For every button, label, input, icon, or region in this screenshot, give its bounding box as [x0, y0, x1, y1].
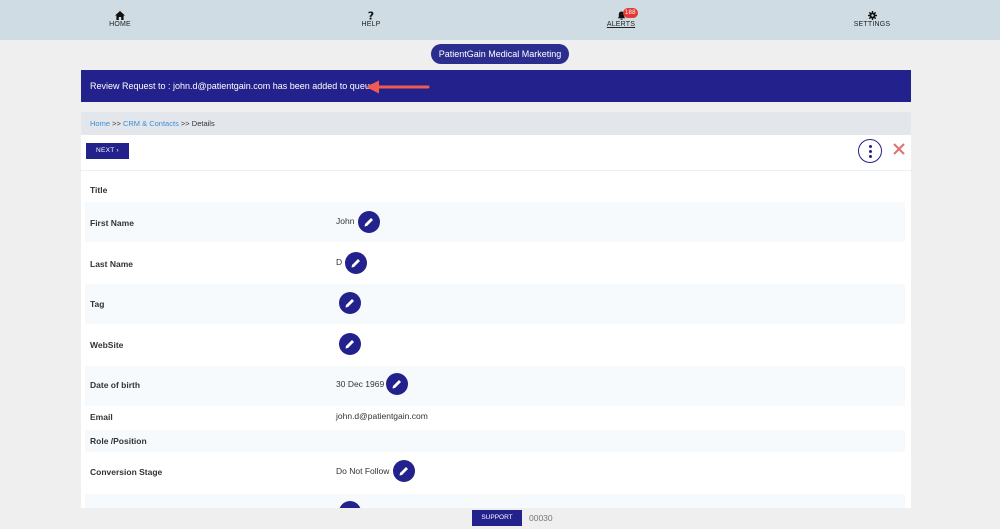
- svg-text:?: ?: [368, 11, 375, 20]
- breadcrumb-crm-link[interactable]: CRM & Contacts: [123, 119, 179, 128]
- question-icon: ?: [368, 11, 375, 20]
- field-value: John: [336, 216, 355, 226]
- pencil-icon: [399, 467, 408, 476]
- notification-banner: Review Request to : john.d@patientgain.c…: [81, 70, 911, 102]
- edit-website-button[interactable]: [339, 333, 361, 355]
- edit-date-of-birth-button[interactable]: [386, 373, 408, 395]
- edit-conversion-stage-button[interactable]: [393, 460, 415, 482]
- edit-last-name-button[interactable]: [345, 252, 367, 274]
- field-row-date-of-birth: Date of birth 30 Dec 1969: [85, 366, 905, 406]
- pencil-icon: [392, 380, 401, 389]
- nav-alerts-label: ALERTS: [606, 21, 636, 28]
- field-value: john.d@patientgain.com: [336, 411, 428, 421]
- brand-button[interactable]: PatientGain Medical Marketing: [431, 44, 569, 64]
- next-button[interactable]: NEXT ›: [86, 143, 129, 159]
- more-dot: [869, 145, 872, 148]
- breadcrumb-separator: >>: [112, 119, 121, 128]
- field-label: Conversion Stage: [90, 467, 163, 477]
- nav-settings[interactable]: SETTINGS: [832, 11, 912, 28]
- home-icon: [115, 11, 125, 20]
- nav-help-label: HELP: [361, 21, 381, 28]
- more-options-button[interactable]: [858, 139, 882, 163]
- pencil-icon: [345, 340, 354, 349]
- field-label: WebSite: [90, 340, 124, 350]
- field-row-role-position: Role /Position: [85, 430, 905, 452]
- field-value: 30 Dec 1969: [336, 379, 385, 389]
- top-nav: HOME ? HELP 188 ALERTS SETTINGS: [0, 0, 1000, 40]
- breadcrumb-current: Details: [191, 119, 215, 128]
- pencil-icon: [364, 218, 373, 227]
- nav-help[interactable]: ? HELP: [331, 11, 411, 28]
- arrow-annotation: [366, 80, 430, 94]
- field-value: D: [336, 257, 343, 267]
- field-label: Email: [90, 412, 113, 422]
- more-dot: [869, 150, 872, 153]
- more-dot: [869, 155, 872, 158]
- nav-home[interactable]: HOME: [80, 11, 160, 28]
- breadcrumb-home-link[interactable]: Home: [90, 119, 110, 128]
- field-label: Role /Position: [90, 436, 147, 446]
- pencil-icon: [351, 259, 360, 268]
- field-row-last-name: Last Name D: [85, 243, 905, 283]
- gear-icon: [867, 11, 877, 20]
- support-button[interactable]: SUPPORT: [472, 510, 522, 526]
- field-label: Date of birth: [90, 380, 141, 390]
- breadcrumb-separator: >>: [180, 119, 190, 128]
- field-row-conversion-stage: Conversion Stage Do Not Follow: [85, 453, 905, 493]
- next-button-label: NEXT: [96, 147, 115, 154]
- field-row-website: WebSite: [85, 325, 905, 365]
- nav-settings-label: SETTINGS: [853, 21, 891, 28]
- close-icon[interactable]: [891, 141, 907, 157]
- field-label: Last Name: [90, 259, 133, 269]
- pencil-icon: [345, 299, 354, 308]
- field-label: First Name: [90, 218, 134, 228]
- footer-bar: SUPPORT 00030: [0, 508, 1000, 529]
- footer-code: 00030: [529, 513, 553, 523]
- field-row-email: Email john.d@patientgain.com: [85, 407, 905, 429]
- field-row-title: Title: [85, 178, 905, 201]
- field-value: Do Not Follow: [336, 466, 390, 476]
- alerts-badge: 188: [623, 8, 638, 18]
- details-toolbar: NEXT ›: [81, 135, 911, 171]
- field-label: Title: [90, 185, 108, 195]
- field-row-first-name: First Name John: [85, 202, 905, 242]
- nav-alerts[interactable]: 188 ALERTS: [581, 8, 661, 28]
- edit-first-name-button[interactable]: [358, 211, 380, 233]
- field-label: Tag: [90, 299, 105, 309]
- edit-tag-button[interactable]: [339, 292, 361, 314]
- contact-details-panel: NEXT › Title First Name John Last Name D…: [81, 135, 911, 529]
- field-row-tag: Tag: [85, 284, 905, 324]
- nav-home-label: HOME: [109, 21, 131, 28]
- notification-text: Review Request to : john.d@patientgain.c…: [90, 81, 378, 91]
- breadcrumb: Home >> CRM & Contacts >> Details: [81, 112, 911, 135]
